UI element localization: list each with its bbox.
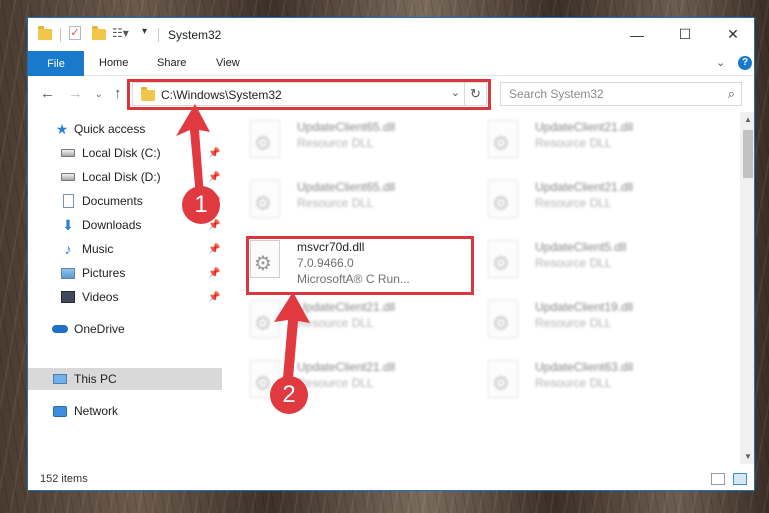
step-1-badge: 1 bbox=[182, 186, 220, 224]
step-2-badge: 2 bbox=[270, 376, 308, 414]
arrow-to-address-bar bbox=[176, 104, 210, 197]
arrow-to-dll-file bbox=[274, 292, 310, 378]
annotation-arrows bbox=[176, 104, 310, 378]
